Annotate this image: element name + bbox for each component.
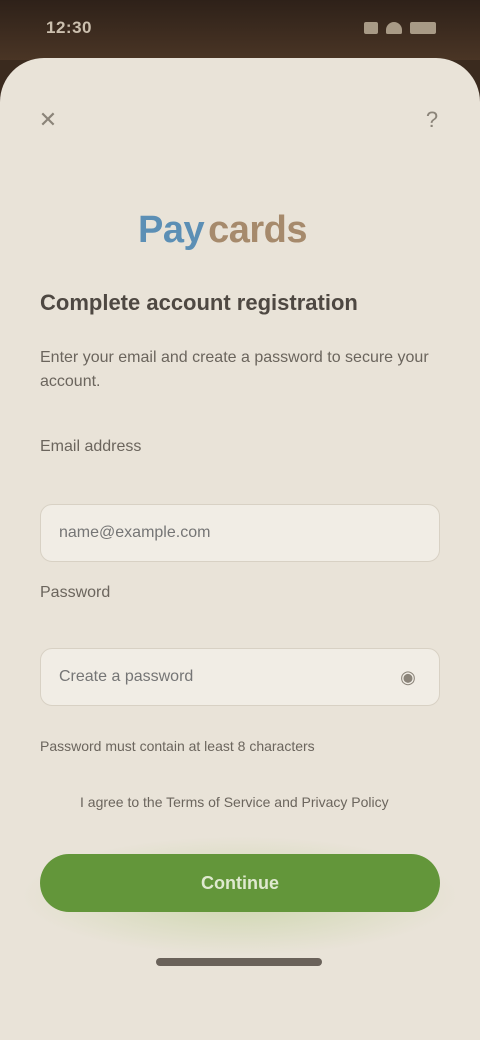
eye-icon[interactable]: ◉	[395, 668, 421, 686]
terms-text[interactable]: I agree to the Terms of Service and Priv…	[80, 792, 420, 812]
registration-sheet: ✕ ? Pay cards Complete account registrati…	[0, 58, 480, 1040]
email-field[interactable]	[59, 524, 421, 542]
page-subtitle: Enter your email and create a password t…	[40, 349, 429, 390]
wifi-icon	[386, 22, 402, 34]
home-indicator	[156, 958, 322, 966]
status-time: 12:30	[46, 18, 92, 37]
password-hint: Password must contain at least 8 charact…	[40, 738, 315, 754]
brand-logo-part-a: Pay	[138, 208, 205, 251]
password-field-container: ◉	[40, 648, 440, 706]
password-field[interactable]	[59, 668, 396, 686]
email-field-container	[40, 504, 440, 562]
status-icons	[364, 22, 436, 34]
email-label: Email address	[40, 438, 142, 455]
brand-logo-part-b: cards	[208, 208, 308, 251]
help-icon[interactable]: ?	[414, 102, 450, 138]
password-label: Password	[40, 584, 111, 601]
page-title: Complete account registration	[40, 290, 358, 315]
brand-logo: Pay cards	[138, 204, 344, 256]
signal-icon	[364, 22, 378, 34]
battery-icon	[410, 22, 436, 34]
close-icon[interactable]: ✕	[30, 102, 66, 138]
status-bar: 12:30	[0, 0, 480, 60]
continue-button[interactable]: Continue	[40, 854, 440, 912]
